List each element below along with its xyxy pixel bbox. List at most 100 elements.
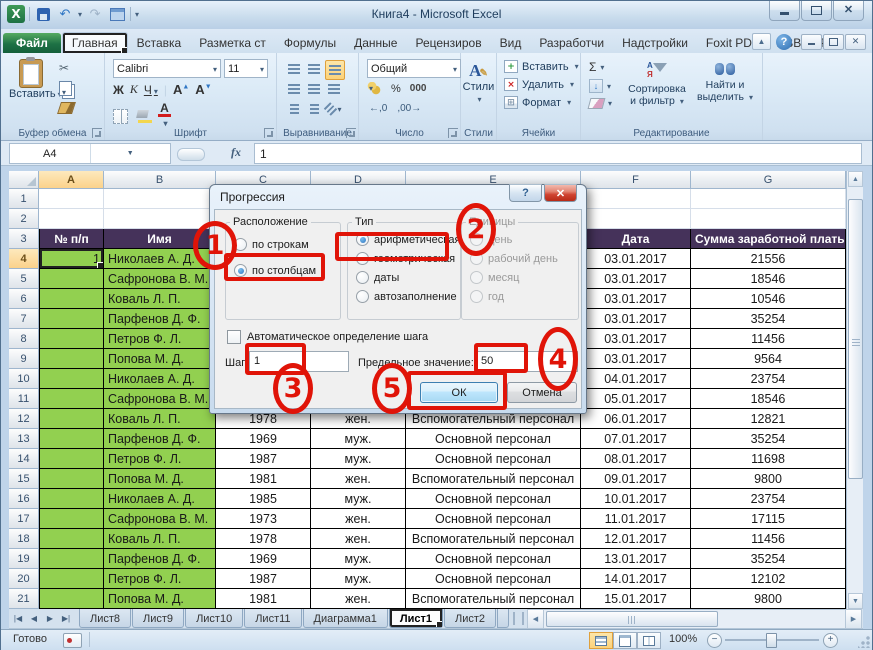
- cell-F4[interactable]: 03.01.2017: [581, 249, 691, 269]
- cell-A1[interactable]: [39, 189, 104, 209]
- align-left-icon[interactable]: [285, 80, 303, 98]
- cell-A10[interactable]: [39, 369, 104, 389]
- cell-A8[interactable]: [39, 329, 104, 349]
- align-center-icon[interactable]: [305, 80, 323, 98]
- cell-G6[interactable]: 10546: [691, 289, 846, 309]
- font-dialog-launcher-icon[interactable]: [264, 128, 274, 138]
- italic-button[interactable]: К: [130, 82, 138, 97]
- cell-G12[interactable]: 12821: [691, 409, 846, 429]
- cell-B12[interactable]: Коваль Л. П.: [104, 409, 216, 429]
- decrease-indent-icon[interactable]: [285, 100, 303, 118]
- cell-B11[interactable]: Сафронова В. М.: [104, 389, 216, 409]
- row-header-8[interactable]: 8: [9, 329, 39, 349]
- cell-D13[interactable]: муж.: [311, 429, 406, 449]
- close-button[interactable]: ✕: [833, 1, 864, 21]
- cell-B2[interactable]: [104, 209, 216, 229]
- cell-G16[interactable]: 23754: [691, 489, 846, 509]
- cell-F17[interactable]: 11.01.2017: [581, 509, 691, 529]
- cell-E18[interactable]: Вспомогательный персонал: [406, 529, 581, 549]
- cell-A12[interactable]: [39, 409, 104, 429]
- cell-A14[interactable]: [39, 449, 104, 469]
- normal-view-button[interactable]: [589, 632, 613, 649]
- cell-F16[interactable]: 10.01.2017: [581, 489, 691, 509]
- cell-D17[interactable]: жен.: [311, 509, 406, 529]
- bold-button[interactable]: Ж: [113, 83, 124, 97]
- excel-app-icon[interactable]: X: [7, 5, 25, 23]
- ribbon-tab-Надстройки[interactable]: Надстройки: [613, 33, 697, 53]
- tab-file[interactable]: Файл: [3, 33, 61, 53]
- horizontal-scrollbar-thumb[interactable]: [546, 611, 718, 627]
- cell-B17[interactable]: Сафронова В. М.: [104, 509, 216, 529]
- cell-E15[interactable]: Вспомогательный персонал: [406, 469, 581, 489]
- cell-D14[interactable]: муж.: [311, 449, 406, 469]
- cell-G7[interactable]: 35254: [691, 309, 846, 329]
- cell-E14[interactable]: Основной персонал: [406, 449, 581, 469]
- increase-decimal-icon[interactable]: ←,0: [369, 103, 387, 114]
- cell-B7[interactable]: Парфенов Д. Ф.: [104, 309, 216, 329]
- name-box-dropdown-icon[interactable]: ▼: [90, 144, 171, 163]
- cell-F5[interactable]: 03.01.2017: [581, 269, 691, 289]
- cut-icon[interactable]: ✂: [59, 61, 74, 75]
- find-select-button[interactable]: Найти и выделить: [693, 61, 757, 104]
- sheet-tab-Лист1[interactable]: Лист1: [389, 609, 443, 628]
- workbook-close-button[interactable]: ✕: [845, 34, 866, 50]
- row-header-3[interactable]: 3: [9, 229, 39, 249]
- cell-A21[interactable]: [39, 589, 104, 609]
- cell-B13[interactable]: Парфенов Д. Ф.: [104, 429, 216, 449]
- cell-G13[interactable]: 35254: [691, 429, 846, 449]
- cell-C19[interactable]: 1969: [216, 549, 311, 569]
- cell-A16[interactable]: [39, 489, 104, 509]
- cell-D20[interactable]: муж.: [311, 569, 406, 589]
- cell-A20[interactable]: [39, 569, 104, 589]
- cell-G15[interactable]: 9800: [691, 469, 846, 489]
- cell-G4[interactable]: 21556: [691, 249, 846, 269]
- row-header-9[interactable]: 9: [9, 349, 39, 369]
- decrease-font-icon[interactable]: А▼: [195, 82, 211, 97]
- cell-F9[interactable]: 03.01.2017: [581, 349, 691, 369]
- ribbon-tab-Данные[interactable]: Данные: [345, 33, 406, 53]
- ribbon-tab-Рецензиров[interactable]: Рецензиров: [406, 33, 490, 53]
- alignment-dialog-launcher-icon[interactable]: [346, 128, 356, 138]
- cell-C16[interactable]: 1985: [216, 489, 311, 509]
- cell-C17[interactable]: 1973: [216, 509, 311, 529]
- restore-button[interactable]: [801, 1, 832, 21]
- prev-sheet-icon[interactable]: ◀: [27, 614, 41, 623]
- zoom-in-icon[interactable]: +: [823, 633, 838, 648]
- sheet-tab-Лист11[interactable]: Лист11: [244, 609, 301, 628]
- cell-G3[interactable]: Сумма заработной платы: [691, 229, 846, 249]
- format-cells-button[interactable]: ⊞Формат: [504, 96, 579, 109]
- minimize-button[interactable]: [769, 1, 800, 21]
- underline-button[interactable]: Ч: [144, 83, 158, 97]
- radio-by-rows[interactable]: по строкам: [234, 235, 340, 254]
- cell-A6[interactable]: [39, 289, 104, 309]
- cell-E13[interactable]: Основной персонал: [406, 429, 581, 449]
- cell-C14[interactable]: 1987: [216, 449, 311, 469]
- formula-input[interactable]: 1: [254, 143, 862, 164]
- ribbon-tab-Вставка[interactable]: Вставка: [128, 33, 191, 53]
- sheet-tab-Лист10[interactable]: Лист10: [185, 609, 243, 628]
- font-color-icon[interactable]: А: [158, 103, 171, 129]
- row-header-6[interactable]: 6: [9, 289, 39, 309]
- cell-F18[interactable]: 12.01.2017: [581, 529, 691, 549]
- cell-F7[interactable]: 03.01.2017: [581, 309, 691, 329]
- row-header-11[interactable]: 11: [9, 389, 39, 409]
- ribbon-tab-Разметка ст[interactable]: Разметка ст: [190, 33, 275, 53]
- cell-F3[interactable]: Дата: [581, 229, 691, 249]
- column-header-G[interactable]: G: [691, 171, 846, 189]
- cell-B21[interactable]: Попова М. Д.: [104, 589, 216, 609]
- cell-G19[interactable]: 35254: [691, 549, 846, 569]
- align-middle-icon[interactable]: [305, 60, 323, 78]
- percent-style-button[interactable]: %: [391, 83, 401, 95]
- cell-A9[interactable]: [39, 349, 104, 369]
- cell-B19[interactable]: Парфенов Д. Ф.: [104, 549, 216, 569]
- cell-A5[interactable]: [39, 269, 104, 289]
- row-header-21[interactable]: 21: [9, 589, 39, 609]
- cell-B16[interactable]: Николаев А. Д.: [104, 489, 216, 509]
- row-header-18[interactable]: 18: [9, 529, 39, 549]
- clear-button[interactable]: [589, 98, 612, 109]
- qat-customize-icon[interactable]: ▾: [135, 10, 139, 19]
- cell-G11[interactable]: 18546: [691, 389, 846, 409]
- cell-F14[interactable]: 08.01.2017: [581, 449, 691, 469]
- cell-C20[interactable]: 1987: [216, 569, 311, 589]
- cell-B14[interactable]: Петров Ф. Л.: [104, 449, 216, 469]
